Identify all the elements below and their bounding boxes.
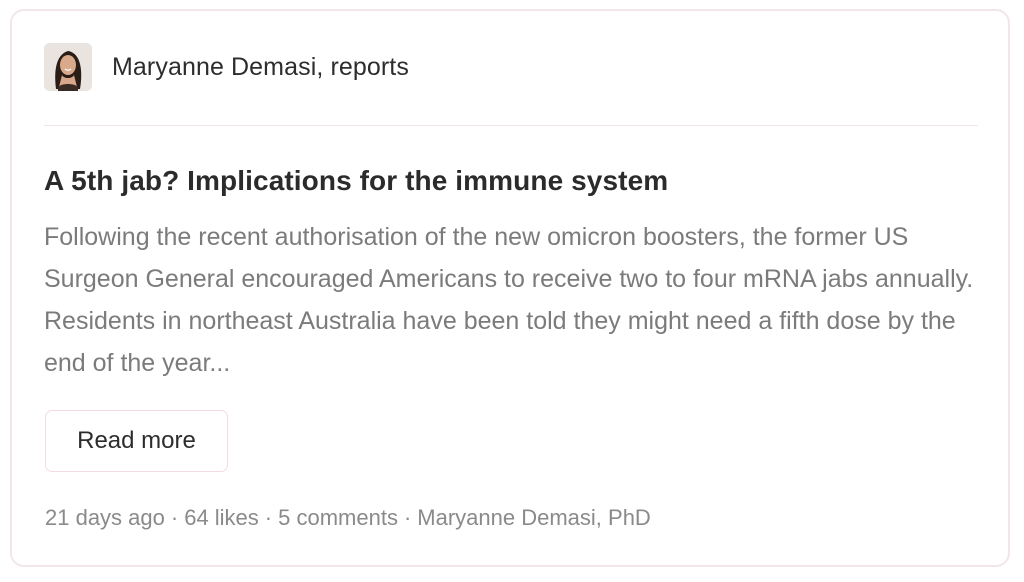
comments-count[interactable]: 5 comments (278, 505, 398, 530)
post-card: Maryanne Demasi, reports A 5th jab? Impl… (10, 9, 1010, 567)
author-avatar[interactable] (44, 43, 92, 91)
likes-count[interactable]: 64 likes (184, 505, 259, 530)
publication-header[interactable]: Maryanne Demasi, reports (44, 43, 409, 91)
post-age: 21 days ago (45, 505, 165, 530)
author-photo-icon (44, 43, 92, 91)
meta-separator: · (403, 505, 412, 530)
read-more-button[interactable]: Read more (45, 410, 228, 472)
header-divider (44, 125, 978, 126)
meta-separator: · (170, 505, 179, 530)
meta-separator: · (264, 505, 273, 530)
author-byline[interactable]: Maryanne Demasi, PhD (417, 505, 651, 530)
publication-name[interactable]: Maryanne Demasi, reports (112, 53, 409, 82)
post-title[interactable]: A 5th jab? Implications for the immune s… (44, 165, 974, 197)
post-excerpt: Following the recent authorisation of th… (44, 223, 974, 377)
post-meta: 21 days ago · 64 likes · 5 comments · Maryanne… (45, 505, 651, 531)
